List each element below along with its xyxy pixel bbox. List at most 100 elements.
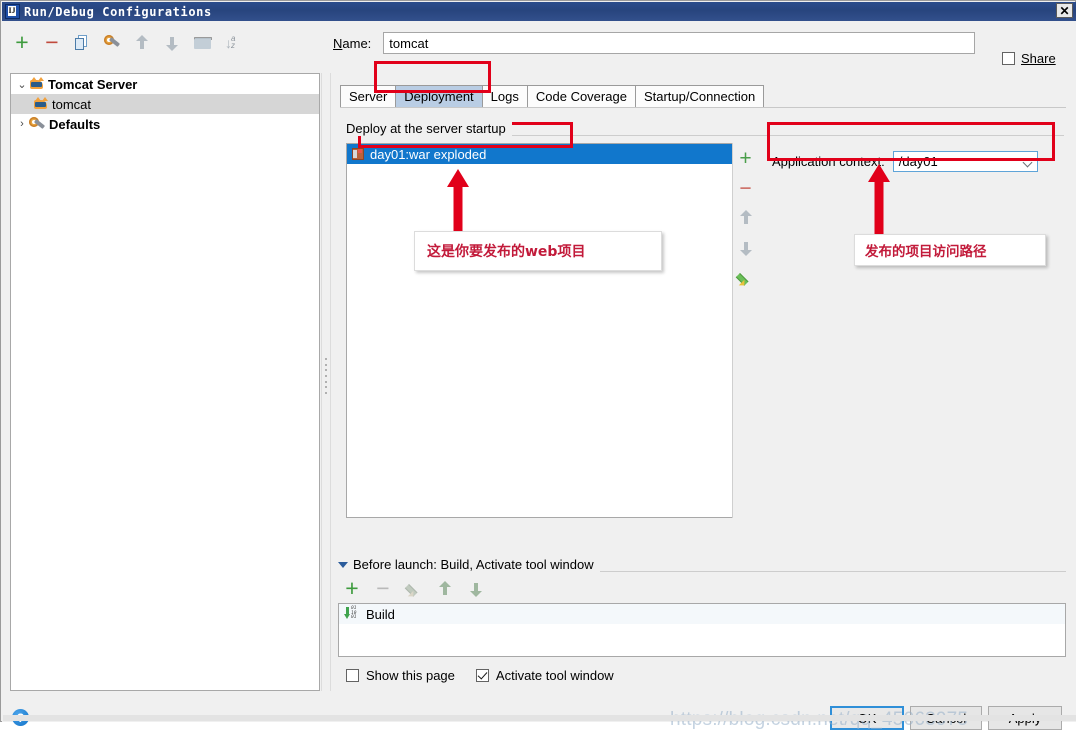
arrow-down-icon [469,581,483,597]
tab-label: Startup/Connection [643,89,756,104]
task-label: Build [366,606,395,622]
arrow-up-icon [438,581,452,597]
tree-item-label: tomcat [52,96,92,112]
tree-item-tomcat[interactable]: tomcat [11,94,319,114]
tree-item-defaults[interactable]: › Defaults [11,114,319,134]
copy-configuration-button[interactable] [70,31,94,55]
arrow-up-icon [739,210,753,226]
remove-configuration-button[interactable]: − [40,28,64,55]
annotation-access-path: 发布的项目访问路径 [854,234,1046,266]
dialog-body: + − ↓ a z ⌄ Tomcat Server tomcat › Defau… [2,21,1076,730]
pencil-icon [404,582,422,599]
annotation-web-project: 这是你要发布的web项目 [414,231,662,271]
checkbox-box[interactable] [346,669,359,682]
add-artifact-button[interactable]: + [735,147,757,169]
new-folder-button[interactable] [190,31,214,55]
annotation-arrow-access-path [857,164,901,236]
tab-code-coverage[interactable]: Code Coverage [526,85,636,107]
chevron-right-icon[interactable]: › [15,118,29,130]
deployment-artifacts-list[interactable]: day01:war exploded [346,143,758,518]
tab-label: Code Coverage [535,89,627,104]
name-label: Name: [333,35,372,51]
configurations-toolbar: + − ↓ a z [10,29,320,57]
task-move-down-button[interactable] [464,577,488,601]
tab-label: Server [349,89,388,104]
edit-artifact-button[interactable] [735,267,757,289]
artifact-actions-toolbar: + − [732,143,758,518]
artifact-move-down-button[interactable] [735,237,757,259]
plus-icon: + [345,574,359,601]
show-this-page-label: Show this page [366,668,455,683]
remove-artifact-button[interactable]: − [735,177,757,199]
show-this-page-checkbox[interactable]: Show this page [346,668,455,683]
before-launch-header: Before launch: Build, Activate tool wind… [338,557,600,572]
annotation-text: 这是你要发布的web项目 [427,244,586,260]
war-artifact-icon [351,147,365,161]
minus-icon: − [739,176,752,200]
tomcat-icon [33,97,49,111]
plus-icon: + [15,28,29,55]
deploy-group-title: Deploy at the server startup [346,121,512,136]
title-bar: IJ Run/Debug Configurations ✕ [2,2,1076,21]
tab-logs[interactable]: Logs [481,85,528,107]
arrow-down-icon [739,240,753,256]
annotation-text: 发布的项目访问路径 [865,244,987,260]
share-label: Share [1021,51,1056,66]
list-item[interactable]: 01 10 01 Build [339,604,1065,624]
add-task-button[interactable]: + [340,574,364,601]
intellij-idea-icon: IJ [5,4,20,19]
pencil-icon [735,271,753,288]
edit-task-button[interactable] [402,577,426,601]
list-item[interactable]: day01:war exploded [347,144,757,164]
before-launch-tasks-list[interactable]: 01 10 01 Build [338,603,1066,657]
run-debug-configurations-dialog: IJ Run/Debug Configurations ✕ + − ↓ a z … [0,0,1076,730]
tree-item-label: Tomcat Server [48,76,138,92]
sort-alphabetically-button[interactable]: ↓ a z [220,31,244,55]
copy-icon [74,35,90,51]
before-launch-toolbar: + − [340,574,540,601]
tab-deployment[interactable]: Deployment [395,85,483,107]
remove-task-button[interactable]: − [371,574,395,601]
arrow-down-icon [165,35,179,51]
move-down-button[interactable] [160,31,184,55]
window-title: Run/Debug Configurations [24,4,212,19]
settings-tabs: Server Deployment Logs Code Coverage Sta… [340,85,765,107]
tab-server[interactable]: Server [340,85,397,107]
annotation-arrow-web-project [436,169,480,231]
collapse-triangle-icon[interactable] [338,561,348,568]
tab-label: Deployment [404,89,474,104]
arrow-up-icon [135,35,149,51]
build-icon: 01 10 01 [344,606,361,621]
share-checkbox[interactable] [1002,52,1015,65]
dialog-bottom-strip [3,715,1076,721]
move-up-button[interactable] [130,31,154,55]
plus-icon: + [739,146,752,170]
before-launch-options: Show this page Activate tool window [346,668,614,683]
close-icon[interactable]: ✕ [1056,3,1073,18]
activate-tool-window-checkbox[interactable]: Activate tool window [475,668,614,683]
configurations-tree[interactable]: ⌄ Tomcat Server tomcat › Defaults [10,73,320,691]
chevron-down-icon[interactable]: ⌄ [15,78,29,91]
pane-splitter[interactable] [321,73,331,691]
splitter-grip [325,358,328,394]
activate-tool-window-label: Activate tool window [495,668,614,683]
tree-item-tomcat-server[interactable]: ⌄ Tomcat Server [11,74,319,94]
before-launch-title: Before launch: Build, Activate tool wind… [353,557,594,572]
artifact-move-up-button[interactable] [735,207,757,229]
edit-defaults-button[interactable] [100,31,124,55]
chevron-down-icon[interactable] [1024,152,1033,171]
minus-icon: − [376,574,390,601]
share-option[interactable]: Share [1002,51,1056,66]
application-context-row: Application context: /day01 [772,151,1038,172]
task-move-up-button[interactable] [433,577,457,601]
sort-az-icon: ↓ a z [225,34,236,51]
add-configuration-button[interactable]: + [10,28,34,55]
name-input[interactable] [383,32,976,54]
checkbox-box[interactable] [475,669,489,682]
application-context-input[interactable]: /day01 [892,151,1038,172]
minus-icon: − [45,28,59,55]
tree-item-label: Defaults [49,116,101,132]
wrench-icon [103,35,121,51]
tab-startup-connection[interactable]: Startup/Connection [634,85,765,107]
name-row: Name: [333,31,1073,55]
